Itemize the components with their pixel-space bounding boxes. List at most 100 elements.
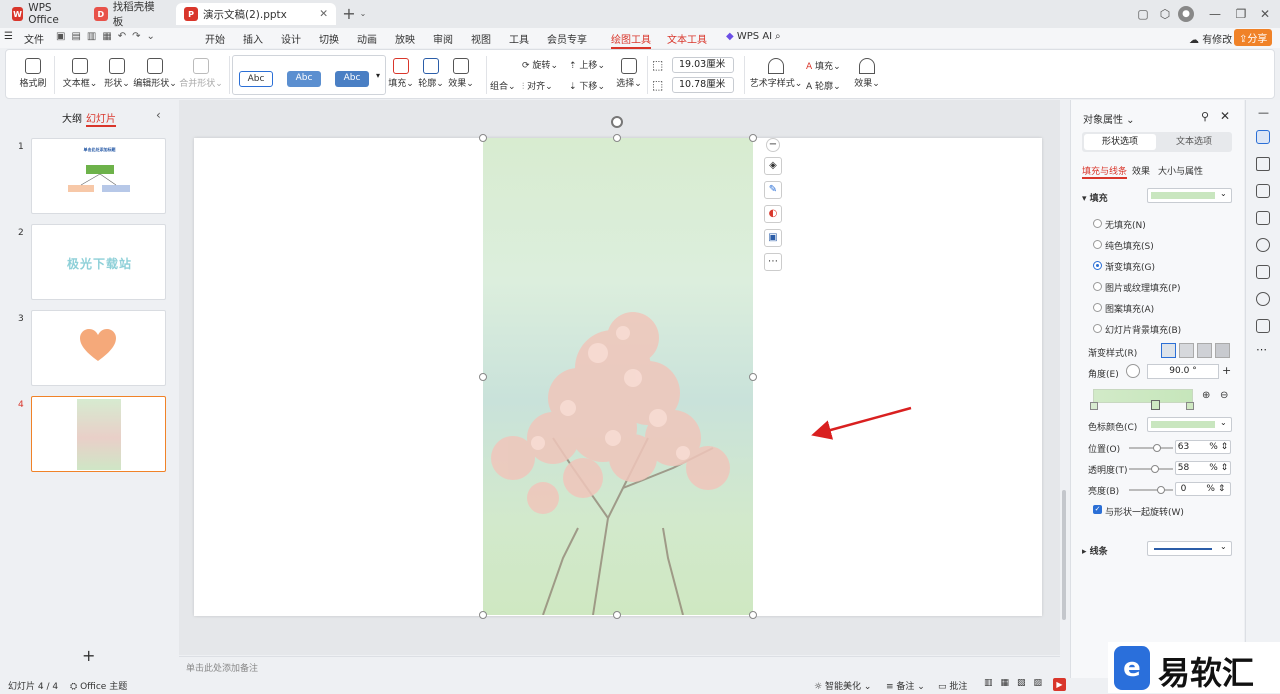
avatar[interactable]: ● xyxy=(1178,6,1194,22)
tools-icon[interactable] xyxy=(1256,238,1270,252)
layers-icon[interactable]: ◈ xyxy=(764,157,782,175)
menu-member[interactable]: 会员专享 xyxy=(547,31,587,46)
tab-presentation[interactable]: P 演示文稿(2).pptx ✕ xyxy=(176,3,336,25)
menu-tools[interactable]: 工具 xyxy=(509,31,529,46)
shape-button[interactable]: 形状⌄ xyxy=(100,58,134,89)
gradient-stop-2[interactable] xyxy=(1151,400,1160,410)
gallery-more-icon[interactable]: ▾ xyxy=(376,71,380,80)
cube-icon[interactable]: ⬡ xyxy=(1156,6,1174,22)
fill-color-dropdown[interactable]: ⌄ xyxy=(1147,188,1232,203)
radio-picture-fill[interactable] xyxy=(1093,282,1102,291)
gradient-stop-3[interactable] xyxy=(1186,402,1194,410)
menu-review[interactable]: 审阅 xyxy=(433,31,453,46)
edit-shape-button[interactable]: 编辑形状⌄ xyxy=(132,58,178,89)
book-icon[interactable] xyxy=(1256,265,1270,279)
notes-button[interactable]: ≡ 备注 ⌄ xyxy=(886,679,925,692)
slide-thumbnail-1[interactable]: 单击此处添加标题 xyxy=(31,138,166,214)
brightness-knob[interactable] xyxy=(1157,486,1165,494)
tab-shape-options[interactable]: 形状选项 xyxy=(1084,134,1156,150)
collapse-panel-icon[interactable]: ‹ xyxy=(156,108,161,122)
resize-handle-s[interactable] xyxy=(613,611,621,619)
transparency-input[interactable]: 58 % ⇕ xyxy=(1175,461,1231,475)
menu-insert[interactable]: 插入 xyxy=(243,31,263,46)
resize-handle-w[interactable] xyxy=(479,373,487,381)
panel-title[interactable]: 对象属性 ⌄ xyxy=(1083,111,1135,126)
close-window-icon[interactable]: ✕ xyxy=(1256,6,1274,22)
height-input[interactable]: 19.03厘米 xyxy=(672,57,734,73)
resize-handle-sw[interactable] xyxy=(479,611,487,619)
rotate-handle-icon[interactable] xyxy=(611,116,623,128)
position-slider[interactable] xyxy=(1129,444,1173,452)
modified-status[interactable]: ☁ 有修改 xyxy=(1189,31,1232,46)
art-style-button[interactable]: 艺术字样式⌄ xyxy=(748,58,804,89)
pen-icon[interactable]: ✎ xyxy=(764,181,782,199)
style-outline[interactable]: Abc xyxy=(239,71,273,87)
style-filled[interactable]: Abc xyxy=(287,71,321,87)
menu-file[interactable]: 文件 xyxy=(24,31,44,46)
text-outline-button[interactable]: A 轮廓⌄ xyxy=(806,79,846,92)
outline-button[interactable]: 轮廓⌄ xyxy=(418,58,444,89)
transparency-slider[interactable] xyxy=(1129,465,1173,473)
menu-home[interactable]: 开始 xyxy=(205,31,225,46)
resize-handle-n[interactable] xyxy=(613,134,621,142)
view-mode-icons[interactable]: ▥▦▧▨ xyxy=(984,678,1050,688)
more-icon[interactable]: ⋯ xyxy=(764,253,782,271)
menu-slideshow[interactable]: 放映 xyxy=(395,31,415,46)
fill-float-icon[interactable]: ◐ xyxy=(764,205,782,223)
group-button[interactable]: 组合⌄ xyxy=(490,79,524,92)
stop-color-dropdown[interactable]: ⌄ xyxy=(1147,417,1232,432)
radio-solid-fill[interactable] xyxy=(1093,240,1102,249)
properties-icon[interactable] xyxy=(1256,130,1270,144)
merge-shape-button[interactable]: 合并形状⌄ xyxy=(178,58,224,89)
radio-gradient-fill[interactable] xyxy=(1093,261,1102,270)
rotate-with-shape-checkbox[interactable]: ✓ xyxy=(1093,505,1102,514)
select-button[interactable]: 选择⌄ xyxy=(614,58,644,89)
gradient-style-linear[interactable] xyxy=(1161,343,1176,358)
style-filled-dark[interactable]: Abc xyxy=(335,71,369,87)
share-button[interactable]: ⇪分享 xyxy=(1234,29,1273,46)
align-button[interactable]: ⫶ 对齐⌄ xyxy=(522,79,562,92)
resize-handle-nw[interactable] xyxy=(479,134,487,142)
tab-text-options[interactable]: 文本选项 xyxy=(1158,134,1230,150)
window-icon[interactable]: ▢ xyxy=(1134,6,1152,22)
subtab-size[interactable]: 大小与属性 xyxy=(1158,164,1203,177)
slide-thumbnail-2[interactable]: 极光下载站 xyxy=(31,224,166,300)
add-slide-button[interactable]: + xyxy=(82,646,95,665)
tab-outline[interactable]: 大纲 xyxy=(62,110,82,125)
tab-slides[interactable]: 幻灯片 xyxy=(86,110,116,127)
close-tab-icon[interactable]: ✕ xyxy=(319,8,328,20)
pin-icon[interactable]: ⚲ xyxy=(1201,110,1209,123)
add-stop-icon[interactable]: ⊕ xyxy=(1202,390,1210,401)
bring-forward-button[interactable]: ⇡ 上移⌄ xyxy=(569,58,609,71)
effect-button[interactable]: 效果⌄ xyxy=(448,58,474,89)
close-panel-icon[interactable]: ✕ xyxy=(1220,109,1230,123)
menu-drawing-tools[interactable]: 绘图工具 xyxy=(611,31,651,49)
subtab-effect[interactable]: 效果 xyxy=(1132,164,1150,177)
menu-text-tools[interactable]: 文本工具 xyxy=(667,31,707,46)
play-icon[interactable]: ▶ xyxy=(1053,678,1066,691)
brightness-slider[interactable] xyxy=(1129,486,1173,494)
image-icon[interactable] xyxy=(1256,211,1270,225)
radio-background-fill[interactable] xyxy=(1093,324,1102,333)
position-input[interactable]: 63 % ⇕ xyxy=(1175,440,1231,454)
resize-handle-ne[interactable] xyxy=(749,134,757,142)
restore-icon[interactable]: ❐ xyxy=(1232,6,1250,22)
frame-icon[interactable]: ▣ xyxy=(764,229,782,247)
notes-area[interactable]: 单击此处添加备注 xyxy=(179,656,1060,678)
help-icon[interactable] xyxy=(1256,292,1270,306)
fill-button[interactable]: 填充⌄ xyxy=(388,58,414,89)
rotate-button[interactable]: ⟳ 旋转⌄ xyxy=(522,58,562,71)
smart-beautify-button[interactable]: ☼ 智能美化 ⌄ xyxy=(814,679,871,692)
menu-animation[interactable]: 动画 xyxy=(357,31,377,46)
transparency-knob[interactable] xyxy=(1151,465,1159,473)
menu-transition[interactable]: 切换 xyxy=(319,31,339,46)
text-effect-button[interactable]: 效果⌄ xyxy=(852,58,882,89)
selected-picture[interactable] xyxy=(483,138,753,615)
width-input[interactable]: 10.78厘米 xyxy=(672,77,734,93)
gradient-stop-1[interactable] xyxy=(1090,402,1098,410)
slide-thumbnail-3[interactable] xyxy=(31,310,166,386)
comments-button[interactable]: ▭ 批注 xyxy=(938,679,967,692)
menu-view[interactable]: 视图 xyxy=(471,31,491,46)
more-options-icon[interactable]: ⋯ xyxy=(1256,343,1267,356)
tab-template[interactable]: D 找稻壳模板 xyxy=(86,1,172,28)
